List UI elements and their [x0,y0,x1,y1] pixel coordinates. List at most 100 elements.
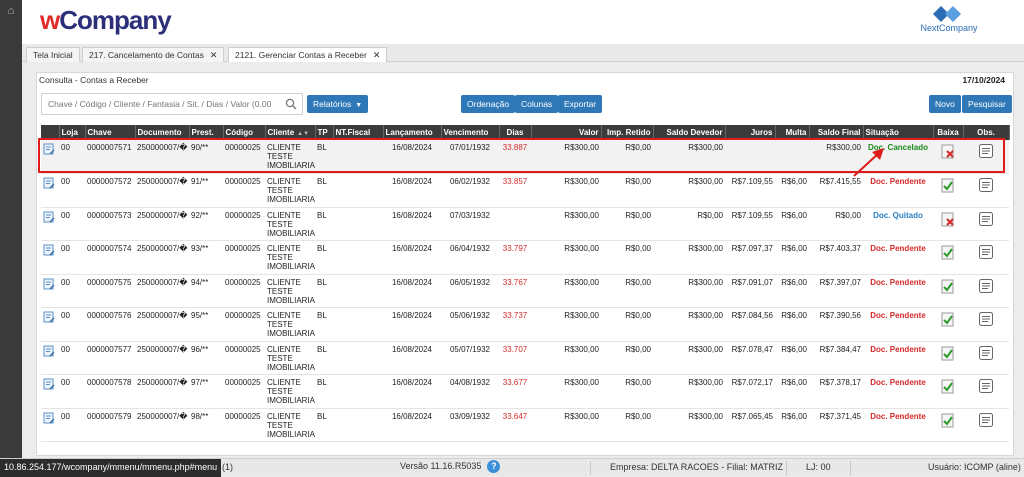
row-edit-cell[interactable] [41,140,59,174]
col-situacao[interactable]: Situação [863,125,934,140]
table-row[interactable]: 00 0000007577 250000007/� 96/** 00000025 CLIE… [41,341,1009,375]
row-edit-cell[interactable] [41,274,59,308]
table-row[interactable]: 00 0000007576 250000007/� 95/** 00000025 CLIE… [41,307,1009,342]
obs-note-icon[interactable] [978,143,994,159]
obs-note-icon[interactable] [978,177,994,193]
status-divider [850,461,851,475]
row-edit-cell[interactable] [41,341,59,375]
edit-icon[interactable] [43,143,55,155]
colunas-button[interactable]: Colunas [515,95,559,113]
search-icon[interactable] [285,98,297,110]
obs-cell[interactable] [963,274,1009,308]
exportar-button[interactable]: Exportar [558,95,603,113]
col-prest[interactable]: Prest. [189,125,224,140]
baixa-check-icon[interactable] [941,345,955,361]
baixa-check-icon[interactable] [941,177,955,193]
col-tp[interactable]: TP [315,125,334,140]
col-multa[interactable]: Multa [775,125,810,140]
baixa-check-icon[interactable] [941,278,955,294]
close-icon[interactable]: ✕ [210,50,218,60]
edit-icon[interactable] [43,177,55,189]
baixa-cancel-icon[interactable] [941,211,955,227]
obs-note-icon[interactable] [978,278,994,294]
obs-cell[interactable] [963,140,1009,174]
col-ntfiscal[interactable]: NT.Fiscal [333,125,384,140]
edit-icon[interactable] [43,278,55,290]
col-loja[interactable]: Loja [59,125,86,140]
table-row[interactable]: 00 0000007572 250000007/� 91/** 00000025 CLIE… [41,173,1009,208]
ordenacao-button[interactable]: Ordenação [461,95,516,113]
col-dias[interactable]: Dias [499,125,532,140]
novo-button[interactable]: Novo [929,95,961,113]
baixa-cell[interactable] [933,140,963,174]
pesquisar-button[interactable]: Pesquisar [962,95,1012,113]
baixa-cell[interactable] [933,240,963,275]
edit-icon[interactable] [43,211,55,223]
row-edit-cell[interactable] [41,207,59,241]
home-icon[interactable]: ⌂ [0,5,22,17]
app-logo[interactable]: wCompany [40,5,172,36]
obs-note-icon[interactable] [978,345,994,361]
baixa-cell[interactable] [933,307,963,342]
obs-cell[interactable] [963,408,1009,442]
col-baixa[interactable]: Baixa [933,125,964,140]
col-lancamento[interactable]: Lançamento [383,125,442,140]
baixa-cell[interactable] [933,408,963,442]
table-row[interactable]: 00 0000007574 250000007/� 93/** 00000025 CLIE… [41,240,1009,275]
col-imp-retido[interactable]: Imp. Retido [601,125,654,140]
table-row[interactable]: 00 0000007573 250000007/� 92/** 00000025 CLIE… [41,207,1009,241]
obs-note-icon[interactable] [978,378,994,394]
obs-note-icon[interactable] [978,211,994,227]
obs-cell[interactable] [963,173,1009,208]
obs-note-icon[interactable] [978,244,994,260]
help-icon[interactable]: ? [487,460,501,473]
row-edit-cell[interactable] [41,408,59,442]
close-icon[interactable]: ✕ [373,50,381,60]
col-obs[interactable]: Obs. [963,125,1010,140]
edit-icon[interactable] [43,244,55,256]
edit-icon[interactable] [43,378,55,390]
baixa-cell[interactable] [933,274,963,308]
col-valor[interactable]: Valor [531,125,602,140]
col-cliente[interactable]: Cliente ▲▼ [265,125,316,140]
baixa-check-icon[interactable] [941,412,955,428]
baixa-cancel-icon[interactable] [941,143,955,159]
edit-icon[interactable] [43,311,55,323]
col-saldo-final[interactable]: Saldo Final [809,125,864,140]
table-row[interactable]: 00 0000007578 250000007/� 97/** 00000025 CLIE… [41,374,1009,409]
col-codigo[interactable]: Código [223,125,266,140]
edit-icon[interactable] [43,345,55,357]
relatorios-button[interactable]: Relatórios ▼ [307,95,369,113]
row-edit-cell[interactable] [41,173,59,208]
col-documento[interactable]: Documento [135,125,190,140]
table-row[interactable]: 00 0000007575 250000007/� 94/** 00000025 CLIE… [41,274,1009,308]
col-juros[interactable]: Juros [725,125,776,140]
obs-cell[interactable] [963,341,1009,375]
tab-gerenciar-contas[interactable]: 2121. Gerenciar Contas a Receber ✕ [228,47,388,62]
col-chave[interactable]: Chave [85,125,136,140]
baixa-cell[interactable] [933,173,963,208]
col-saldo-devedor[interactable]: Saldo Devedor [653,125,726,140]
row-edit-cell[interactable] [41,240,59,275]
tab-tela-inicial[interactable]: Tela Inicial [26,47,80,62]
baixa-cell[interactable] [933,207,963,241]
col-vencimento[interactable]: Vencimento [441,125,500,140]
table-row[interactable]: 00 0000007571 250000007/� 90/** 00000025 CLIE… [41,140,1009,174]
baixa-check-icon[interactable] [941,311,955,327]
baixa-check-icon[interactable] [941,378,955,394]
table-row[interactable]: 00 0000007579 250000007/� 98/** 00000025 CLIE… [41,408,1009,442]
row-edit-cell[interactable] [41,374,59,409]
search-input[interactable] [42,94,278,114]
baixa-cell[interactable] [933,374,963,409]
edit-icon[interactable] [43,412,55,424]
obs-cell[interactable] [963,240,1009,275]
obs-cell[interactable] [963,374,1009,409]
obs-note-icon[interactable] [978,311,994,327]
baixa-cell[interactable] [933,341,963,375]
obs-cell[interactable] [963,307,1009,342]
obs-cell[interactable] [963,207,1009,241]
obs-note-icon[interactable] [978,412,994,428]
row-edit-cell[interactable] [41,307,59,342]
tab-cancelamento[interactable]: 217. Cancelamento de Contas ✕ [82,47,225,62]
baixa-check-icon[interactable] [941,244,955,260]
